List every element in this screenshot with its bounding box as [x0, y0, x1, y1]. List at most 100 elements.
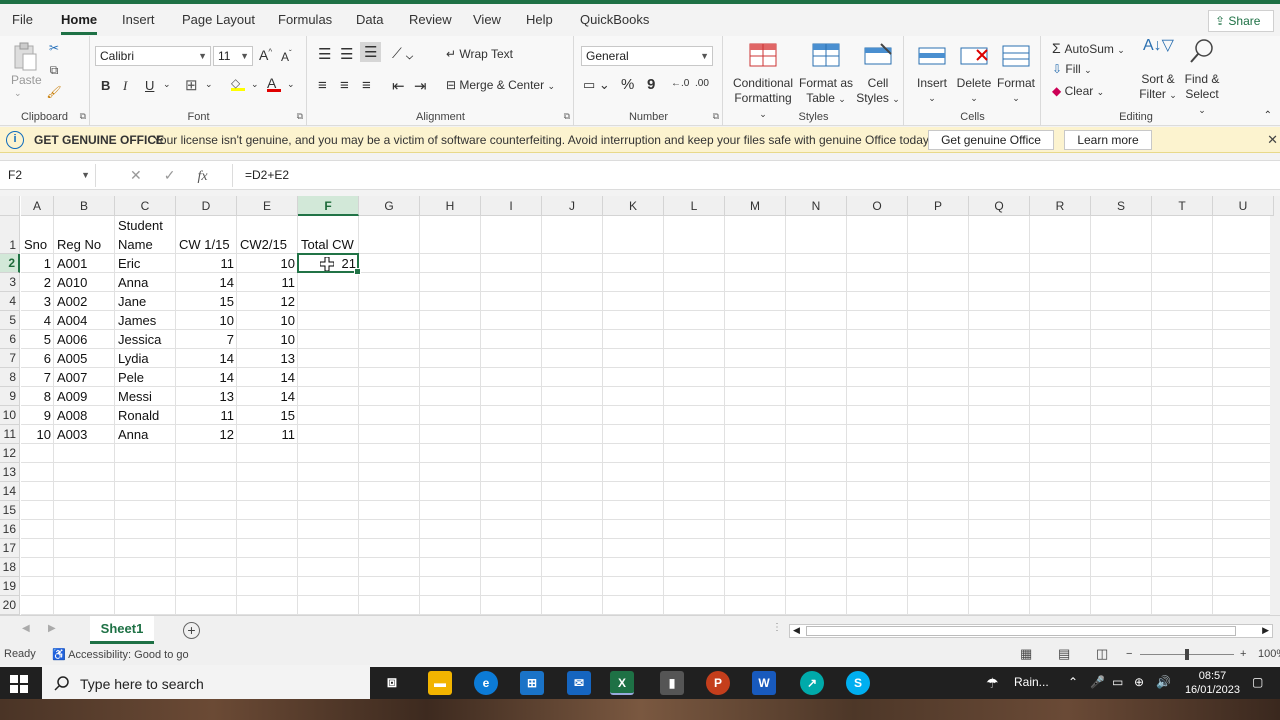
- paste-label[interactable]: Paste: [11, 73, 42, 87]
- row-header-10[interactable]: 10: [0, 406, 20, 425]
- zoom-slider-thumb[interactable]: [1185, 649, 1189, 660]
- borders-icon[interactable]: ⊞: [185, 76, 198, 94]
- column-header-c[interactable]: C: [115, 196, 176, 216]
- tab-page-layout[interactable]: Page Layout: [182, 12, 255, 27]
- header-student-name-line1[interactable]: Student: [115, 217, 166, 235]
- cell-sno[interactable]: 2: [21, 273, 54, 292]
- tab-home[interactable]: Home: [61, 12, 98, 35]
- underline-dropdown-icon[interactable]: ⌄: [163, 79, 171, 90]
- column-header-t[interactable]: T: [1152, 196, 1213, 216]
- row-header-12[interactable]: 12: [0, 444, 20, 463]
- cell-cw2[interactable]: 14: [237, 368, 298, 387]
- notifications-icon[interactable]: ▢: [1252, 675, 1263, 689]
- column-header-u[interactable]: U: [1213, 196, 1274, 216]
- cell-reg[interactable]: A010: [54, 273, 115, 292]
- format-cells-button[interactable]: Format ⌄: [995, 42, 1037, 106]
- column-header-b[interactable]: B: [54, 196, 115, 216]
- row-header-14[interactable]: 14: [0, 482, 20, 501]
- cell-sno[interactable]: 7: [21, 368, 54, 387]
- cell-name[interactable]: Jane: [115, 292, 176, 311]
- row-header-19[interactable]: 19: [0, 577, 20, 596]
- column-header-g[interactable]: G: [359, 196, 420, 216]
- format-painter-icon[interactable]: 🖌: [46, 84, 62, 100]
- column-header-l[interactable]: L: [664, 196, 725, 216]
- vertical-scrollbar[interactable]: [1270, 196, 1280, 615]
- italic-button[interactable]: I: [123, 78, 127, 94]
- cell-sno[interactable]: 8: [21, 387, 54, 406]
- row-header-4[interactable]: 4: [0, 292, 20, 311]
- cell-cw1[interactable]: 14: [176, 368, 237, 387]
- font-size-dropdown[interactable]: 11 ▼: [213, 46, 253, 66]
- cell-name[interactable]: Ronald: [115, 406, 176, 425]
- excel-icon[interactable]: X: [610, 671, 634, 695]
- row-header-20[interactable]: 20: [0, 596, 20, 615]
- fill-color-icon[interactable]: ◇: [231, 76, 245, 91]
- cell-cw2[interactable]: 10: [237, 311, 298, 330]
- file-explorer-icon[interactable]: ▬: [428, 671, 452, 695]
- page-layout-view-icon[interactable]: ▤: [1058, 646, 1070, 662]
- cell-cw1[interactable]: 12: [176, 425, 237, 444]
- microphone-icon[interactable]: 🎤: [1090, 675, 1105, 689]
- accessibility-status[interactable]: ♿ Accessibility: Good to go: [52, 648, 189, 661]
- cancel-icon[interactable]: ✕: [130, 167, 142, 183]
- font-color-dropdown-icon[interactable]: ⌄: [287, 79, 295, 90]
- row-header-9[interactable]: 9: [0, 387, 20, 406]
- align-bottom-icon[interactable]: ☰: [360, 42, 382, 62]
- cell-sno[interactable]: 9: [21, 406, 54, 425]
- cell-reg[interactable]: A001: [54, 254, 115, 273]
- clear-button[interactable]: ◆ Clear ⌄: [1052, 84, 1104, 98]
- share-button[interactable]: ⇪ Share: [1208, 10, 1274, 32]
- zoom-level[interactable]: 100%: [1258, 648, 1280, 660]
- weather-icon[interactable]: ☂: [986, 675, 999, 692]
- comma-style-button[interactable]: 9: [647, 76, 655, 93]
- taskbar-clock[interactable]: 08:57 16/01/2023: [1185, 669, 1240, 697]
- align-center-icon[interactable]: ≡: [340, 77, 349, 94]
- split-handle-icon[interactable]: ⋮: [772, 622, 782, 633]
- task-view-icon[interactable]: ⧈: [380, 671, 404, 695]
- font-name-dropdown[interactable]: Calibri ▼: [95, 46, 211, 66]
- cell-reg[interactable]: A006: [54, 330, 115, 349]
- row-header-11[interactable]: 11: [0, 425, 20, 444]
- cell-sno[interactable]: 10: [21, 425, 54, 444]
- cell-cw2[interactable]: 14: [237, 387, 298, 406]
- header-cw2[interactable]: CW2/15: [237, 236, 290, 254]
- cut-icon[interactable]: ✂: [46, 40, 62, 56]
- analytics-app-icon[interactable]: ↗: [800, 671, 824, 695]
- column-header-d[interactable]: D: [176, 196, 237, 216]
- windows-start-icon[interactable]: [10, 675, 28, 693]
- wrap-text-button[interactable]: ↵ Wrap Text: [446, 47, 513, 61]
- clipboard-launcher-icon[interactable]: ⧉: [80, 111, 86, 122]
- row-header-15[interactable]: 15: [0, 501, 20, 520]
- cell-sno[interactable]: 5: [21, 330, 54, 349]
- cell-cw2[interactable]: 15: [237, 406, 298, 425]
- column-header-e[interactable]: E: [237, 196, 298, 216]
- cell-cw1[interactable]: 15: [176, 292, 237, 311]
- zoom-out-icon[interactable]: −: [1126, 648, 1132, 660]
- weather-text[interactable]: Rain...: [1014, 675, 1049, 689]
- decrease-indent-icon[interactable]: ⇤: [392, 77, 405, 95]
- cell-cw1[interactable]: 14: [176, 349, 237, 368]
- cell-reg[interactable]: A005: [54, 349, 115, 368]
- worksheet-grid[interactable]: Sno Reg No Student Name CW 1/15 CW2/15 T…: [0, 196, 1280, 615]
- autosum-button[interactable]: Σ AutoSum ⌄: [1052, 40, 1125, 56]
- word-icon[interactable]: W: [752, 671, 776, 695]
- scroll-right-icon[interactable]: ▶: [1262, 625, 1269, 636]
- increase-font-icon[interactable]: A^: [259, 47, 272, 63]
- tab-insert[interactable]: Insert: [122, 12, 155, 27]
- cell-cw2[interactable]: 10: [237, 254, 298, 273]
- tab-review[interactable]: Review: [409, 12, 452, 27]
- cell-reg[interactable]: A008: [54, 406, 115, 425]
- row-header-18[interactable]: 18: [0, 558, 20, 577]
- align-right-icon[interactable]: ≡: [362, 77, 371, 94]
- tab-formulas[interactable]: Formulas: [278, 12, 332, 27]
- bold-button[interactable]: B: [101, 78, 110, 93]
- scroll-thumb[interactable]: [806, 626, 1236, 636]
- row-header-13[interactable]: 13: [0, 463, 20, 482]
- row-header-2[interactable]: 2: [0, 254, 20, 273]
- format-as-table-button[interactable]: Format as Table ⌄: [798, 42, 854, 107]
- orientation-icon[interactable]: ⟋ ⌄: [392, 45, 413, 62]
- decrease-font-icon[interactable]: Aˇ: [281, 49, 292, 64]
- cell-reg[interactable]: A003: [54, 425, 115, 444]
- cell-name[interactable]: Jessica: [115, 330, 176, 349]
- column-header-a[interactable]: A: [21, 196, 54, 216]
